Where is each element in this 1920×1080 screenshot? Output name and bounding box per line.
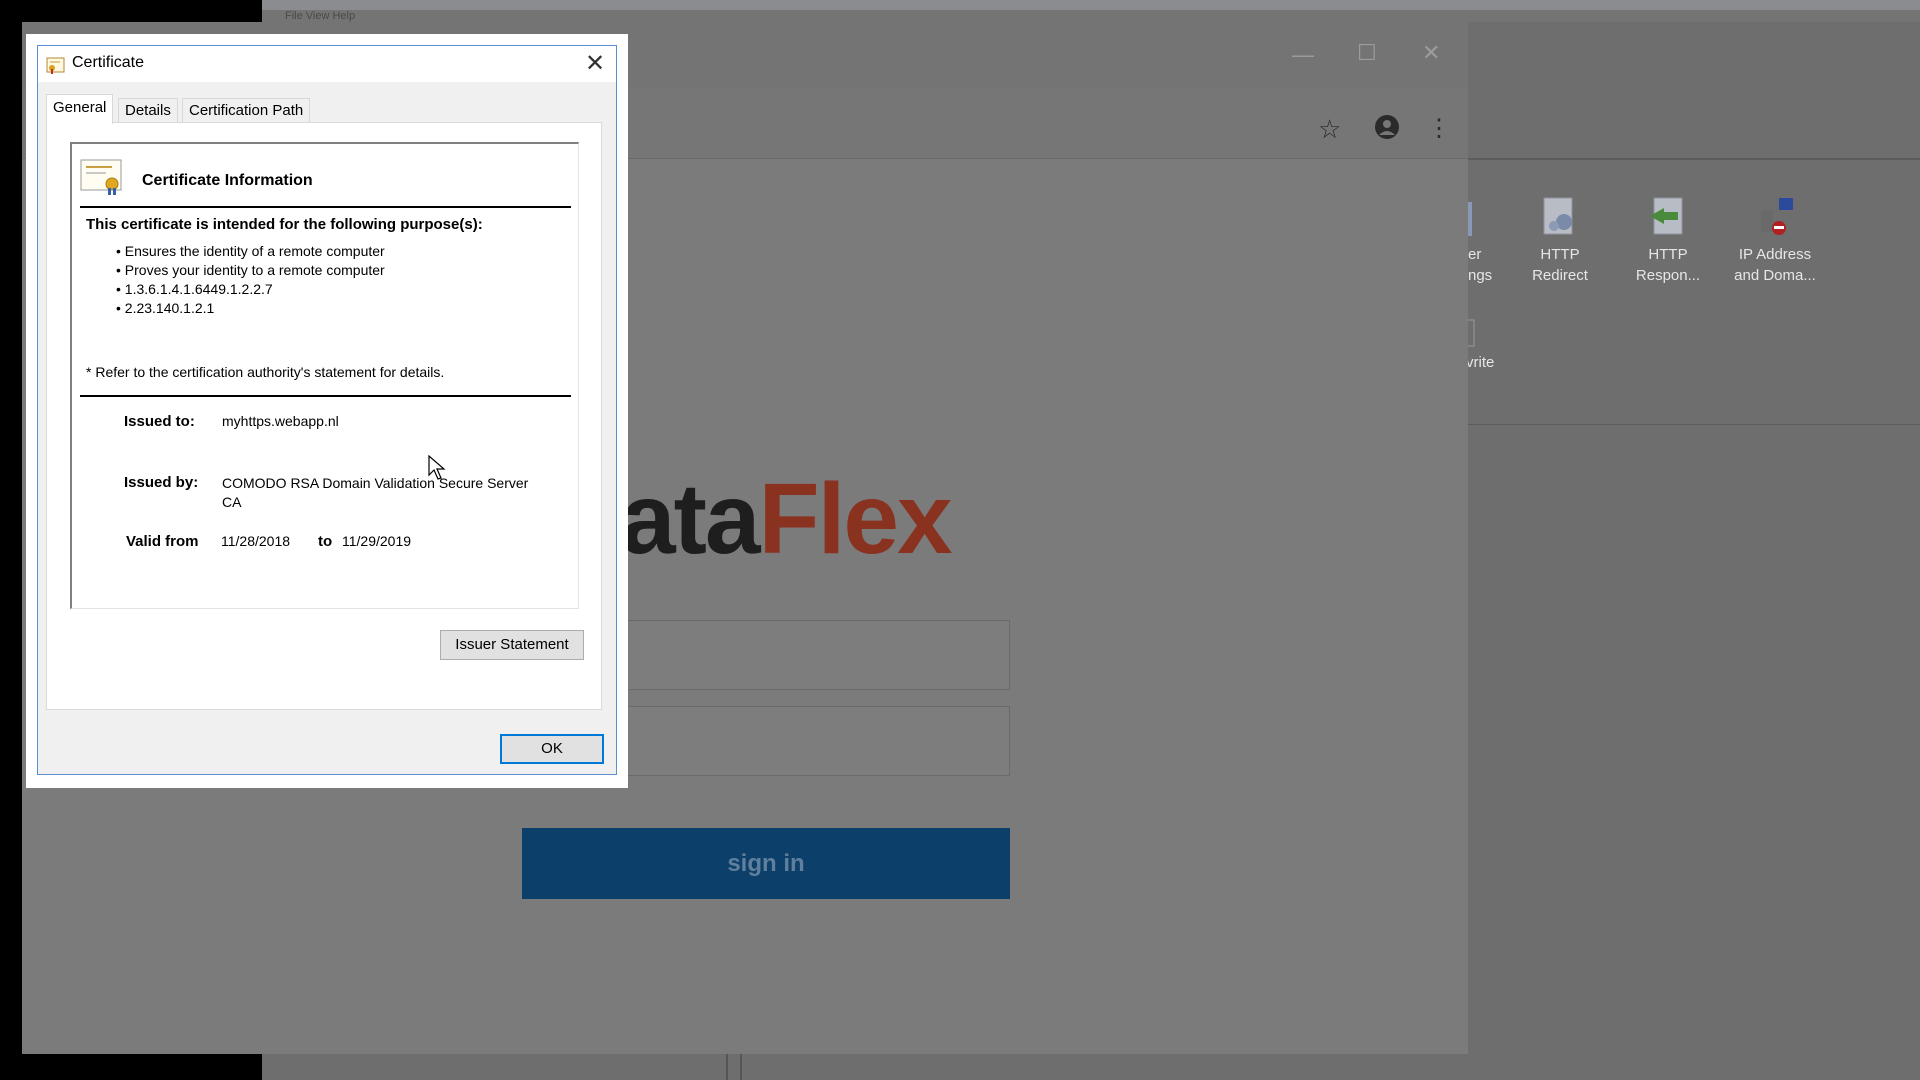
- feature-panel-divider: [1466, 424, 1920, 425]
- certificate-info-heading: Certificate Information: [142, 172, 313, 189]
- mouse-cursor-icon: [428, 454, 446, 486]
- account-icon[interactable]: [1374, 114, 1400, 145]
- maximize-button[interactable]: ☐: [1357, 40, 1377, 66]
- certificate-info-box: Certificate Information This certificate…: [70, 142, 579, 609]
- http-response-icon: [1646, 196, 1690, 240]
- valid-from-value: 11/28/2018: [221, 533, 291, 549]
- ip-address-icon: [1753, 196, 1797, 240]
- dialog-title: Certificate: [72, 54, 145, 71]
- purpose-item: • 1.3.6.1.4.1.6449.1.2.2.7: [116, 281, 273, 297]
- certificate-dialog: Certificate ✕ General Details Certificat…: [37, 45, 617, 775]
- close-button[interactable]: ✕: [1422, 40, 1440, 66]
- issued-by-label: Issued by:: [124, 474, 199, 491]
- background-menu-bar: [262, 10, 1920, 22]
- authority-note: * Refer to the certification authority's…: [86, 364, 445, 380]
- feature-label: IP Address and Doma...: [1734, 246, 1816, 284]
- purpose-list: • Ensures the identity of a remote compu…: [116, 242, 385, 318]
- dialog-close-button[interactable]: ✕: [580, 49, 610, 79]
- ok-button[interactable]: OK: [500, 734, 604, 764]
- background-window-titlebar: [262, 0, 1920, 10]
- feature-tile-http-redirect[interactable]: HTTP Redirect: [1505, 196, 1615, 286]
- http-redirect-icon: [1538, 196, 1582, 240]
- minimize-button[interactable]: —: [1292, 42, 1314, 68]
- purpose-item: • Proves your identity to a remote compu…: [116, 262, 385, 278]
- divider: [80, 395, 571, 397]
- issued-to-value: myhttps.webapp.nl: [222, 413, 339, 429]
- certificate-info-icon: [80, 158, 124, 201]
- tab-details[interactable]: Details: [118, 98, 178, 122]
- dataflex-logo: ataFlex: [620, 463, 953, 575]
- feature-label: HTTP Respon...: [1635, 246, 1701, 284]
- purpose-heading: This certificate is intended for the fol…: [86, 216, 483, 233]
- feature-panel-divider: [1466, 158, 1920, 160]
- feature-tile-http-response[interactable]: HTTP Respon...: [1613, 196, 1723, 286]
- bookmark-star-icon[interactable]: ☆: [1318, 114, 1341, 145]
- issued-to-label: Issued to:: [124, 413, 195, 430]
- purpose-item: • Ensures the identity of a remote compu…: [116, 243, 385, 259]
- background-menu-text: File View Help: [285, 10, 356, 22]
- pane-splitter: [740, 1052, 742, 1080]
- purpose-item: • 2.23.140.1.2.1: [116, 300, 215, 316]
- pane-splitter: [726, 1052, 728, 1080]
- valid-to-label: to: [318, 533, 333, 550]
- feature-label-rewrite[interactable]: vrite: [1466, 352, 1526, 373]
- issued-by-value: COMODO RSA Domain Validation Secure Serv…: [222, 475, 529, 510]
- issuer-statement-button[interactable]: Issuer Statement: [440, 630, 584, 660]
- certificate-icon: [46, 55, 66, 75]
- feature-tile-ip-address[interactable]: IP Address and Doma...: [1720, 196, 1830, 286]
- divider: [80, 206, 571, 208]
- valid-to-value: 11/29/2019: [342, 533, 412, 549]
- tab-general[interactable]: General: [46, 94, 114, 124]
- feature-label: HTTP Redirect: [1532, 246, 1588, 284]
- browser-menu-icon[interactable]: ⋮: [1427, 114, 1451, 143]
- valid-from-label: Valid from: [126, 533, 199, 550]
- tab-certification-path[interactable]: Certification Path: [182, 98, 311, 122]
- sign-in-button[interactable]: sign in: [522, 828, 1010, 899]
